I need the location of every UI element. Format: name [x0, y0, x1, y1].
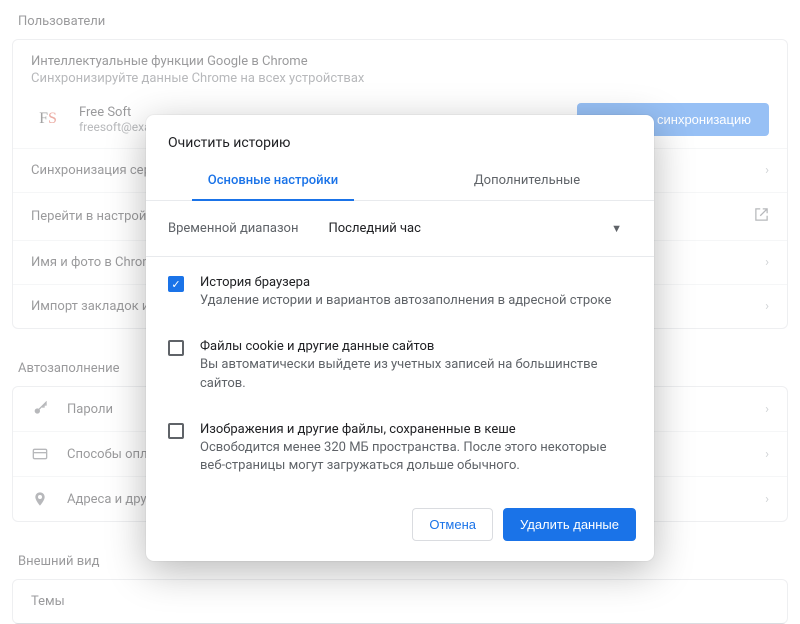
checkbox-cookies[interactable]: [168, 340, 184, 356]
clear-item-cookies: Файлы cookie и другие данные сайтов Вы а…: [146, 325, 654, 408]
clear-data-button[interactable]: Удалить данные: [503, 508, 636, 541]
dialog-title: Очистить историю: [146, 115, 654, 161]
cancel-button[interactable]: Отмена: [412, 508, 493, 541]
item-history-title: История браузера: [200, 275, 611, 290]
item-history-desc: Удаление истории и вариантов автозаполне…: [200, 292, 611, 311]
clear-history-dialog: Очистить историю Основные настройки Допо…: [146, 115, 654, 561]
checkbox-history[interactable]: ✓: [168, 276, 184, 292]
time-range-select[interactable]: Последний час ▼: [316, 215, 632, 242]
chevron-down-icon: ▼: [611, 222, 622, 235]
item-cache-desc: Освободится менее 320 МБ пространства. П…: [200, 439, 632, 477]
item-cookies-title: Файлы cookie и другие данные сайтов: [200, 339, 632, 354]
checkbox-cache[interactable]: [168, 423, 184, 439]
time-range-value: Последний час: [328, 221, 420, 236]
clear-item-history: ✓ История браузера Удаление истории и ва…: [146, 261, 654, 325]
clear-item-cache: Изображения и другие файлы, сохраненные …: [146, 408, 654, 491]
item-cookies-desc: Вы автоматически выйдете из учетных запи…: [200, 356, 632, 394]
tab-advanced[interactable]: Дополнительные: [400, 161, 654, 200]
tab-basic[interactable]: Основные настройки: [146, 161, 400, 200]
time-range-label: Временной диапазон: [168, 221, 298, 236]
item-cache-title: Изображения и другие файлы, сохраненные …: [200, 422, 632, 437]
